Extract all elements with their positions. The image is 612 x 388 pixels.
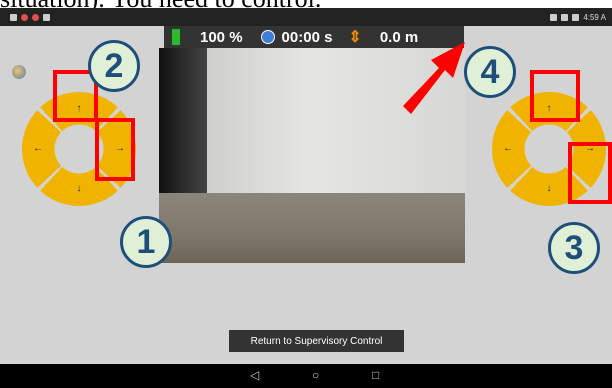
- right-dpad-left-arrow[interactable]: ←: [502, 144, 514, 154]
- distance-icon: ⇕: [348, 29, 362, 46]
- left-dpad-left-arrow[interactable]: ←: [32, 144, 44, 154]
- timer-icon: [260, 30, 275, 44]
- status-icons-right: 4:59 A: [550, 11, 606, 23]
- callout-3: 3: [548, 222, 600, 274]
- callout-1: 1: [120, 216, 172, 268]
- lock-icon: [43, 13, 50, 21]
- left-dpad-down-arrow[interactable]: ↓: [73, 184, 85, 194]
- pointer-arrow-icon: [403, 42, 465, 114]
- android-nav-bar: ◁ ○ □: [0, 364, 612, 388]
- battery-icon: [172, 29, 180, 45]
- status-icons-left: [10, 11, 50, 23]
- alert-icon: [32, 13, 39, 21]
- callout-2: 2: [88, 40, 140, 92]
- signal-icon: [550, 13, 558, 21]
- record-icon: [21, 13, 28, 21]
- highlight-left-right: [95, 118, 135, 181]
- notification-icon: [10, 13, 17, 21]
- home-icon[interactable]: ○: [312, 368, 319, 382]
- globe-icon[interactable]: [12, 65, 26, 79]
- highlight-right-right: [568, 142, 612, 204]
- video-floor: [159, 193, 465, 263]
- battery-status-icon: [572, 13, 580, 21]
- wifi-icon: [561, 13, 569, 21]
- video-dark-region: [159, 48, 207, 198]
- elapsed-time: 00:00 s: [281, 28, 333, 46]
- highlight-right-up: [530, 70, 580, 122]
- recents-icon[interactable]: □: [372, 368, 379, 382]
- return-to-supervisory-control-button[interactable]: Return to Supervisory Control: [229, 330, 404, 352]
- right-dpad-down-arrow[interactable]: ↓: [543, 184, 555, 194]
- callout-4: 4: [464, 46, 516, 98]
- clock: 4:59 A: [583, 12, 606, 22]
- back-icon[interactable]: ◁: [250, 368, 259, 382]
- battery-level: 100 %: [200, 28, 243, 46]
- android-status-bar: 4:59 A: [0, 8, 612, 26]
